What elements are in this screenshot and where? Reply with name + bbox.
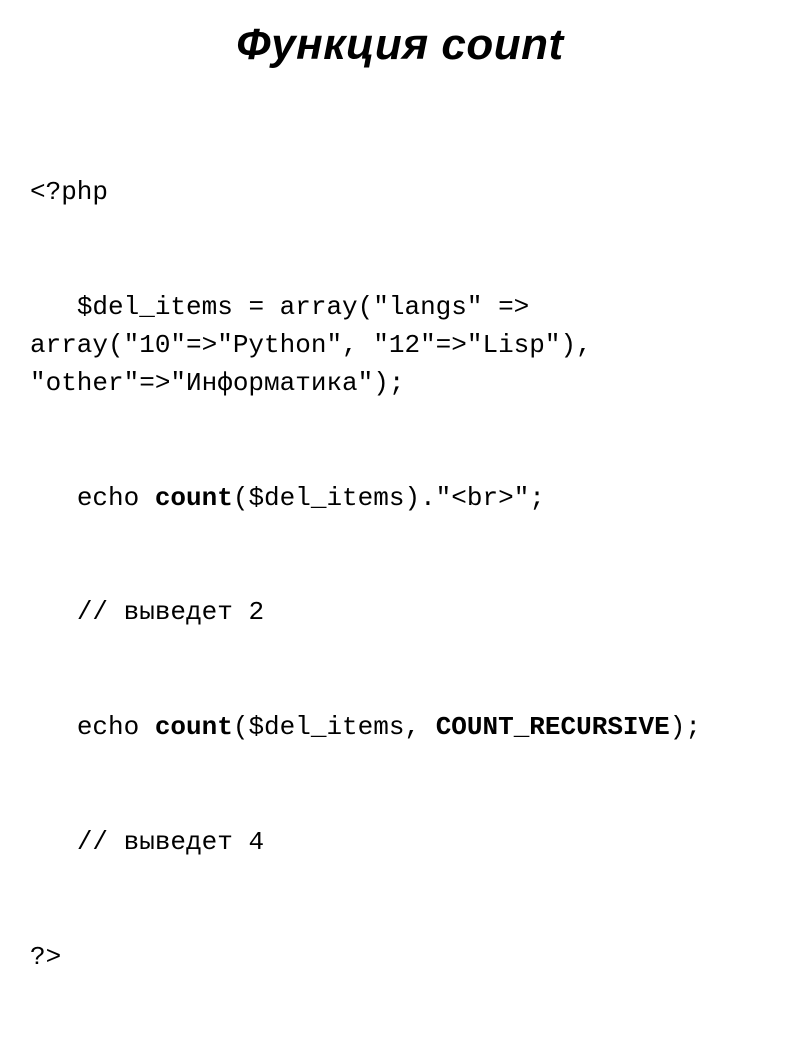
code-text: // выведет 2 [30, 597, 264, 627]
code-line: // выведет 4 [30, 824, 770, 862]
code-text: <?php [30, 177, 108, 207]
code-text: echo [30, 712, 155, 742]
code-text: ($del_items, [233, 712, 436, 742]
code-line: echo count($del_items, COUNT_RECURSIVE); [30, 709, 770, 747]
code-block: <?php $del_items = array("langs" => arra… [30, 98, 770, 1054]
code-text: ); [670, 712, 701, 742]
code-line: <?php [30, 174, 770, 212]
code-text: ($del_items)."<br>"; [233, 483, 545, 513]
slide: Функция count <?php $del_items = array("… [0, 0, 800, 600]
code-text: echo [30, 483, 155, 513]
code-line: $del_items = array("langs" => array("10"… [30, 289, 770, 403]
slide-title: Функция count [30, 20, 770, 70]
code-line: echo count($del_items)."<br>"; [30, 480, 770, 518]
code-keyword: count [155, 712, 233, 742]
code-keyword: COUNT_RECURSIVE [436, 712, 670, 742]
code-keyword: count [155, 483, 233, 513]
code-text: ?> [30, 942, 61, 972]
code-text: // выведет 4 [30, 827, 264, 857]
code-line: ?> [30, 939, 770, 977]
code-line: // выведет 2 [30, 594, 770, 632]
code-text: $del_items = array("langs" => [30, 292, 545, 322]
code-text: array("10"=>"Python", "12"=>"Lisp"), "ot… [30, 330, 607, 398]
